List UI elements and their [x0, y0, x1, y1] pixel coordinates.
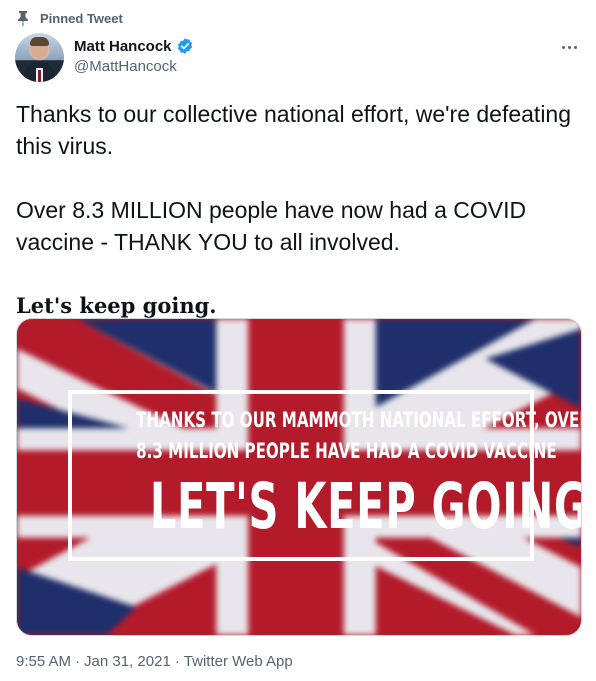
tweet-time[interactable]: 9:55 AM	[16, 653, 71, 670]
avatar-hair	[30, 37, 49, 46]
meta-separator: ·	[75, 653, 81, 670]
tweet-paragraph-1: Thanks to our collective national effort…	[16, 101, 572, 159]
pinned-tweet-label: Pinned Tweet	[16, 10, 123, 26]
tweet-paragraph-2: Over 8.3 MILLION people have now had a C…	[16, 197, 527, 255]
headline-frame: THANKS TO OUR MAMMOTH NATIONAL EFFORT, O…	[68, 390, 582, 561]
pin-icon	[18, 11, 28, 26]
more-dot	[561, 45, 565, 49]
tweet-text: Thanks to our collective national effort…	[16, 98, 582, 322]
tweet-source[interactable]: Twitter Web App	[184, 653, 293, 670]
verified-badge-icon	[176, 37, 194, 55]
author-handle[interactable]: @MattHancock	[74, 58, 177, 75]
more-dot	[567, 45, 571, 49]
tweet-metadata: 9:55 AM · Jan 31, 2021 · Twitter Web App	[16, 653, 293, 670]
more-dot	[573, 45, 577, 49]
image-text-line-1: THANKS TO OUR MAMMOTH NATIONAL EFFORT, O…	[136, 408, 582, 432]
more-options-icon[interactable]	[558, 38, 580, 56]
image-text-line-2: 8.3 MILLION PEOPLE HAVE HAD A COVID VACC…	[136, 439, 557, 463]
pinned-text: Pinned Tweet	[40, 10, 123, 26]
author-name[interactable]: Matt Hancock	[74, 38, 172, 55]
author-name-row[interactable]: Matt Hancock	[74, 37, 194, 55]
image-headline: LET'S KEEP GOING	[149, 470, 582, 543]
tweet-image[interactable]: THANKS TO OUR MAMMOTH NATIONAL EFFORT, O…	[16, 318, 582, 636]
avatar-tie	[38, 70, 41, 82]
meta-separator: ·	[174, 653, 180, 670]
tweet-date[interactable]: Jan 31, 2021	[84, 653, 171, 670]
avatar[interactable]	[15, 33, 64, 82]
